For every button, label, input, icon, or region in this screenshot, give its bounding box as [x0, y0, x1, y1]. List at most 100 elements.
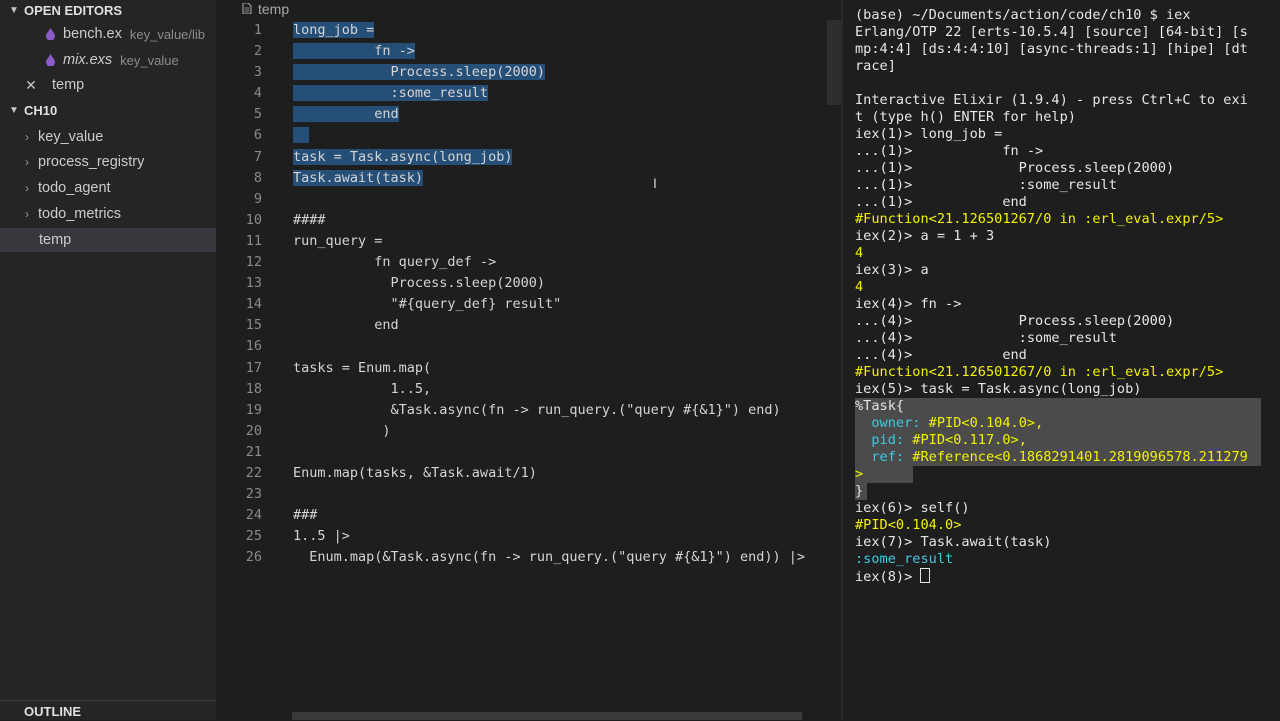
code-line[interactable]: 7 task = Task.async(long_job) [216, 147, 841, 168]
selected-text [293, 127, 310, 144]
line-text[interactable]: ) [293, 421, 390, 442]
folder-label: todo_metrics [38, 206, 122, 222]
terminal-line: iex(7)> Task.await(task) [855, 534, 1052, 550]
code-line[interactable]: 18 1..5, [216, 379, 841, 400]
selected-text: Process.sleep(2000) [293, 64, 545, 81]
close-icon[interactable]: ✕ [24, 77, 38, 94]
breadcrumb-file[interactable]: temp [258, 1, 289, 17]
terminal-line: } [855, 483, 867, 500]
code-line[interactable]: 4 :some_result [216, 83, 841, 104]
code-line[interactable]: 11 run_query = [216, 231, 841, 252]
line-text[interactable]: long_job = [293, 20, 375, 41]
struct-key: owner: [855, 415, 929, 431]
code-line[interactable]: 9 [216, 189, 841, 210]
code-line[interactable]: 24 ### [216, 505, 841, 526]
line-text[interactable]: 1..5 |> [293, 526, 350, 547]
open-editors-header[interactable]: ▼ OPEN EDITORS [0, 0, 216, 20]
line-text[interactable]: fn -> [293, 41, 415, 62]
code-line[interactable]: 20 ) [216, 421, 841, 442]
code-line[interactable]: 19 &Task.async(fn -> run_query.("query #… [216, 400, 841, 421]
code-line[interactable]: 13 Process.sleep(2000) [216, 273, 841, 294]
line-text[interactable]: Enum.map(&Task.async(fn -> run_query.("q… [293, 547, 805, 568]
open-editors-title: OPEN EDITORS [24, 2, 123, 18]
code-line[interactable]: 2 fn -> [216, 41, 841, 62]
horizontal-scrollbar[interactable] [292, 712, 802, 720]
line-text[interactable]: 1..5, [293, 379, 432, 400]
struct-key: ref: [855, 449, 913, 465]
line-text[interactable]: Process.sleep(2000) [293, 62, 545, 83]
file-label: temp [39, 232, 72, 248]
line-text[interactable]: Process.sleep(2000) [293, 273, 545, 294]
outline-header[interactable]: OUTLINE [0, 700, 216, 721]
line-text[interactable]: ### [293, 505, 317, 526]
line-text[interactable]: &Task.async(fn -> run_query.("query #{&1… [293, 400, 781, 421]
line-text[interactable]: "#{query_def} result" [293, 294, 562, 315]
folder-item-todo-metrics[interactable]: › todo_metrics [0, 202, 216, 226]
code-line[interactable]: 5 end [216, 104, 841, 125]
line-text[interactable]: #### [293, 210, 326, 231]
line-text[interactable]: end [293, 104, 399, 125]
folder-item-todo-agent[interactable]: › todo_agent [0, 176, 216, 200]
terminal-line: ...(4)> :some_result [855, 330, 1117, 346]
code-line[interactable]: 16 [216, 336, 841, 357]
line-number: 4 [253, 85, 262, 102]
code-line[interactable]: 6 [216, 125, 841, 146]
code-line[interactable]: 21 [216, 442, 841, 463]
line-text[interactable]: Enum.map(tasks, &Task.await/1) [293, 463, 537, 484]
line-text[interactable] [293, 125, 310, 146]
line-text[interactable]: fn query_def -> [293, 252, 496, 273]
line-text[interactable]: tasks = Enum.map( [293, 358, 431, 379]
line-number: 23 [245, 486, 262, 503]
terminal-line: owner: #PID<0.104.0>, [855, 415, 1261, 432]
line-text[interactable]: :some_result [293, 83, 489, 104]
line-number: 12 [245, 254, 262, 271]
code-lines[interactable]: 1 long_job = 2 fn -> 3 Process.sleep(2000) 4… [216, 20, 841, 568]
line-text[interactable]: run_query = [293, 231, 382, 252]
terminal-line: ...(4)> Process.sleep(2000) [855, 313, 1175, 329]
terminal-line: ...(4)> end [855, 347, 1027, 363]
terminal-output[interactable]: (base) ~/Documents/action/code/ch10 $ ie… [855, 7, 1261, 585]
terminal-panel[interactable]: (base) ~/Documents/action/code/ch10 $ ie… [843, 0, 1280, 720]
folder-item-process-registry[interactable]: › process_registry [0, 150, 216, 174]
line-number: 15 [245, 317, 262, 334]
file-item-temp[interactable]: temp [0, 228, 216, 252]
code-line[interactable]: 3 Process.sleep(2000) [216, 62, 841, 83]
folder-item-key-value[interactable]: › key_value [0, 125, 216, 149]
line-text[interactable]: end [293, 315, 398, 336]
code-line[interactable]: 10 #### [216, 210, 841, 231]
line-number: 18 [245, 380, 262, 397]
code-line[interactable]: 8 Task.await(task) [216, 168, 841, 189]
open-editor-bench[interactable]: bench.ex key_value/lib [0, 22, 216, 46]
terminal-line: ...(1)> fn -> [855, 143, 1044, 159]
breadcrumb[interactable]: temp [242, 0, 289, 17]
line-number: 1 [253, 22, 262, 38]
selected-text: end [293, 106, 399, 123]
code-line[interactable]: 26 Enum.map(&Task.async(fn -> run_query.… [216, 547, 841, 568]
folder-label: key_value [38, 129, 104, 145]
ibeam-cursor-icon: I [653, 175, 657, 191]
code-line[interactable]: 1 long_job = [216, 20, 841, 41]
file-icon [242, 3, 252, 14]
folder-header[interactable]: ▼ CH10 [0, 100, 216, 120]
code-line[interactable]: 25 1..5 |> [216, 526, 841, 547]
line-number: 20 [245, 422, 262, 439]
chevron-down-icon: ▼ [9, 4, 19, 16]
code-line[interactable]: 23 [216, 484, 841, 505]
terminal-prompt-line[interactable]: iex(8)> [855, 568, 1261, 585]
code-line[interactable]: 17 tasks = Enum.map( [216, 358, 841, 379]
line-number: 10 [245, 211, 262, 228]
line-number: 8 [253, 169, 262, 186]
open-editor-temp[interactable]: ✕ temp [0, 73, 216, 97]
code-line[interactable]: 14 "#{query_def} result" [216, 294, 841, 315]
code-line[interactable]: 22 Enum.map(tasks, &Task.await/1) [216, 463, 841, 484]
struct-value: #PID<0.117.0>, [912, 432, 1027, 448]
terminal-line: ref: #Reference<0.1868291401.2819096578.… [855, 449, 1261, 466]
selected-text: fn -> [293, 43, 415, 60]
line-text[interactable]: task = Task.async(long_job) [293, 147, 513, 168]
vertical-scrollbar[interactable] [827, 20, 841, 105]
code-editor[interactable]: temp 1 long_job = 2 fn -> 3 Process.sleep(2… [216, 0, 841, 720]
open-editor-mix[interactable]: mix.exs key_value [0, 48, 216, 72]
line-text[interactable]: Task.await(task) [293, 168, 424, 189]
code-line[interactable]: 15 end [216, 315, 841, 336]
code-line[interactable]: 12 fn query_def -> [216, 252, 841, 273]
